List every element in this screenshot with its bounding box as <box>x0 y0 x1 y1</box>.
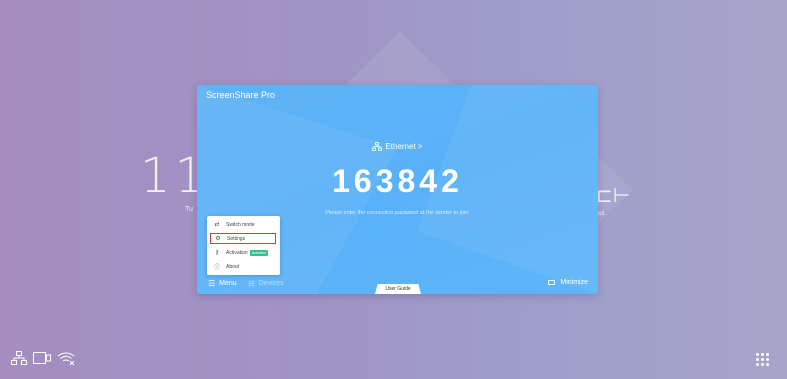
switch-icon: ⇄ <box>214 222 220 228</box>
network-selector[interactable]: Ethernet > <box>197 142 598 151</box>
network-icon[interactable] <box>11 351 27 365</box>
devices-icon: ⊟ <box>248 279 255 288</box>
minimize-label: Minimize <box>560 279 588 286</box>
key-icon: ⚷ <box>214 250 220 256</box>
menu-button[interactable]: ☰ Menu <box>208 279 237 288</box>
menu-item-label: Settings <box>227 235 246 242</box>
menu-icon: ☰ <box>208 279 216 288</box>
devices-button[interactable]: ⊟ Devices <box>248 279 284 288</box>
input-source-icon[interactable]: ⊏⊢ <box>596 183 630 208</box>
devices-label: Devices <box>258 280 284 287</box>
menu-item-label: Activation <box>226 249 248 256</box>
activation-badge: Activated <box>249 249 269 256</box>
settings-icon: ⚙ <box>215 236 221 242</box>
menu-item-label: About <box>226 263 240 270</box>
minimize-icon <box>548 280 556 285</box>
minimize-button[interactable]: Minimize <box>548 279 588 286</box>
menu-item-label: Switch mode <box>226 221 255 228</box>
menu-popup: ⇄ Switch mode ⚙ Settings ⚷ Activation Ac… <box>207 216 280 275</box>
screenshare-window: ScreenShare Pro Ethernet > 163842 Please… <box>197 85 598 294</box>
network-label: Ethernet > <box>385 142 423 151</box>
menu-item-activation[interactable]: ⚷ Activation Activated <box>210 247 276 258</box>
menu-item-switch-mode[interactable]: ⇄ Switch mode <box>210 219 276 230</box>
menu-label: Menu <box>219 280 237 287</box>
apps-grid-icon <box>756 353 770 366</box>
menu-item-about[interactable]: ⓘ About <box>210 261 276 272</box>
apps-grid-button[interactable] <box>756 353 770 367</box>
screen-cast-icon[interactable] <box>33 352 51 364</box>
info-icon: ⓘ <box>213 265 220 271</box>
taskbar-left <box>11 351 75 365</box>
connection-code: 163842 <box>332 163 463 199</box>
app-title: ScreenShare Pro <box>206 90 276 100</box>
menu-item-settings[interactable]: ⚙ Settings <box>210 233 276 244</box>
background-clock-date: Tu <box>185 206 193 213</box>
desktop: 11 Tu ⊏⊢ put ScreenShare Pro Ethernet > … <box>0 0 787 379</box>
user-guide-tab[interactable]: User Guide <box>375 284 421 294</box>
ethernet-icon <box>372 142 383 151</box>
wifi-off-icon[interactable] <box>57 351 75 365</box>
window-bottom-bar: ☰ Menu ⊟ Devices User Guide Minimize <box>197 276 598 294</box>
